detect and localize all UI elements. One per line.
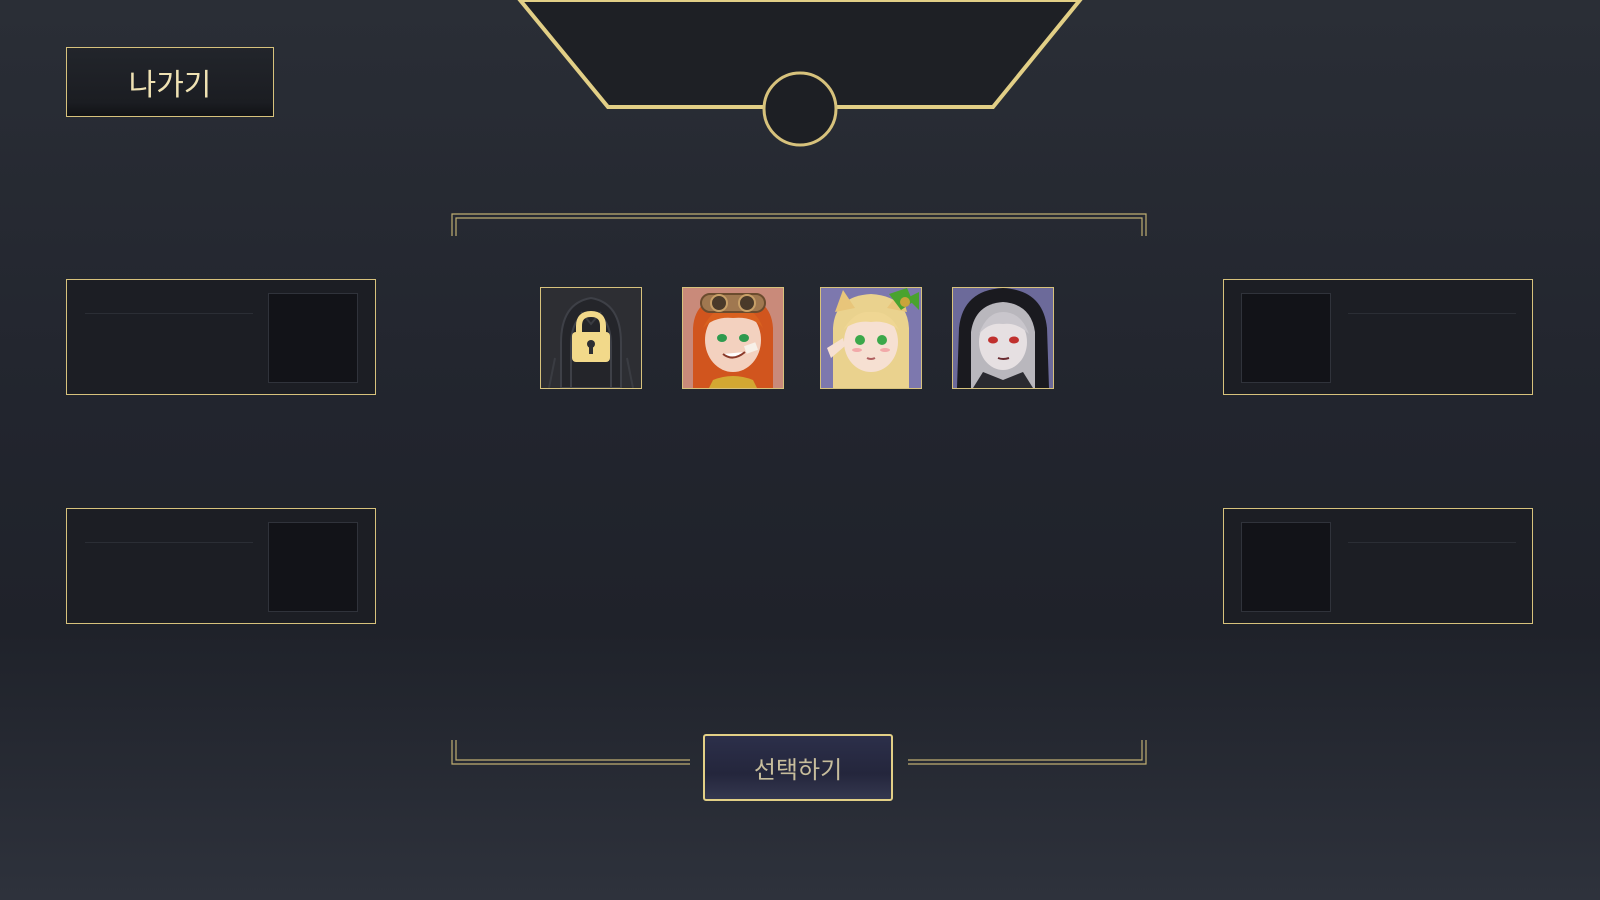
character-portrait-hooded[interactable]: [952, 287, 1054, 389]
slot-divider: [85, 542, 253, 543]
team-slot-right-1[interactable]: [1223, 279, 1533, 395]
team-slot-left-2[interactable]: [66, 508, 376, 624]
slot-divider: [1348, 542, 1516, 543]
slot-portrait-placeholder: [1241, 522, 1331, 612]
team-slot-right-2[interactable]: [1223, 508, 1533, 624]
team-slot-left-1[interactable]: [66, 279, 376, 395]
character-portrait-blonde[interactable]: [820, 287, 922, 389]
slot-portrait-placeholder: [1241, 293, 1331, 383]
slot-divider: [1348, 313, 1516, 314]
character-portrait-locked[interactable]: [540, 287, 642, 389]
slot-divider: [85, 313, 253, 314]
exit-button[interactable]: 나가기: [66, 47, 274, 117]
select-button[interactable]: 선택하기: [703, 734, 893, 801]
slot-portrait-placeholder: [268, 293, 358, 383]
slot-portrait-placeholder: [268, 522, 358, 612]
character-portrait-red-hair[interactable]: [682, 287, 784, 389]
